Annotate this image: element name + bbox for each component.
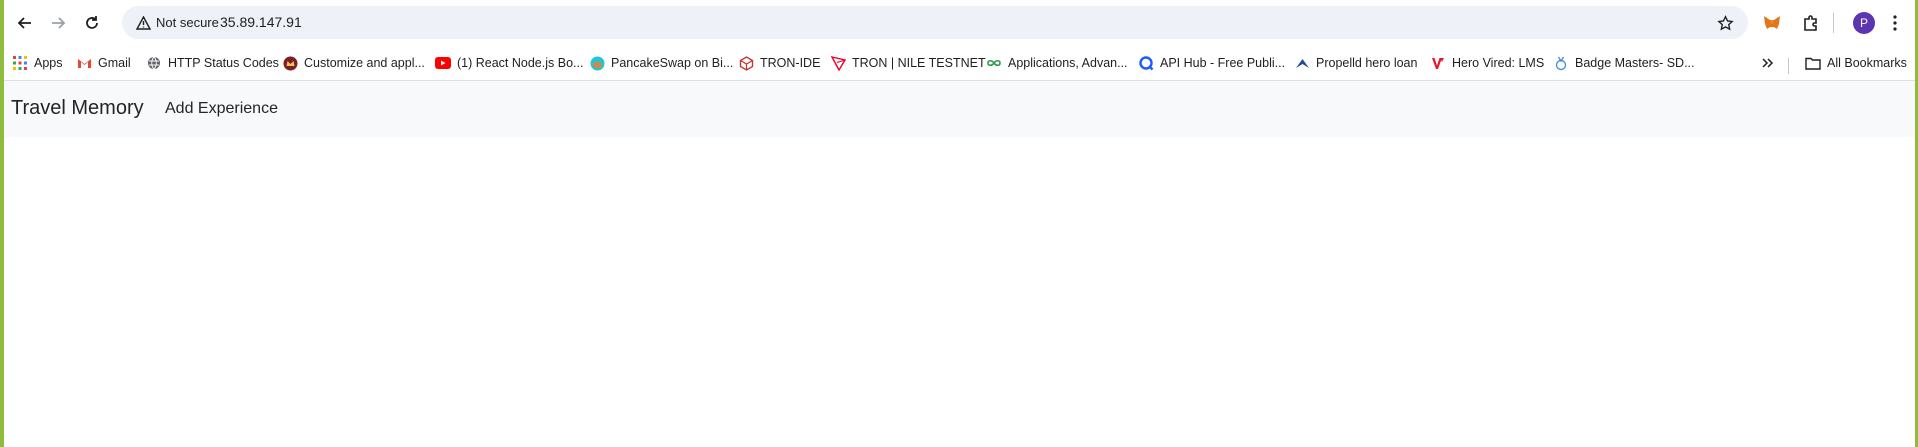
- bookmark-gmail[interactable]: Gmail: [76, 51, 131, 75]
- double-chevron-right-icon: [1760, 55, 1776, 71]
- bookmark-label: API Hub - Free Publi...: [1160, 56, 1286, 70]
- bookmark-hero-vired[interactable]: Hero Vired: LMS: [1430, 51, 1544, 75]
- extensions-button[interactable]: [1798, 10, 1824, 36]
- bookmark-tron-nile[interactable]: TRON | NILE TESTNET: [830, 51, 986, 75]
- puzzle-icon: [1804, 15, 1817, 31]
- back-arrow-icon: [17, 17, 31, 29]
- add-experience-link[interactable]: Add Experience: [165, 100, 278, 118]
- star-icon: [1716, 14, 1734, 31]
- bookmarks-overflow-button[interactable]: [1760, 51, 1776, 75]
- fox-icon: [1764, 16, 1780, 29]
- bookmarks-bar: Apps Gmail HTTP Status Codes Customize a…: [4, 46, 1915, 80]
- all-bookmarks-button[interactable]: All Bookmarks: [1805, 51, 1907, 75]
- pancakeswap-icon: [589, 55, 605, 71]
- bookmark-propelld[interactable]: Propelld hero loan: [1294, 51, 1417, 75]
- bookmark-label: Propelld hero loan: [1316, 56, 1418, 70]
- youtube-icon: [435, 55, 451, 71]
- reload-button[interactable]: [77, 8, 107, 38]
- kebab-menu-icon: [1893, 15, 1897, 31]
- bookmark-label: TRON-IDE: [760, 56, 821, 70]
- bookmark-label: Badge Masters- SD...: [1575, 56, 1695, 70]
- back-button[interactable]: [10, 8, 40, 38]
- security-chip[interactable]: Not secure: [128, 10, 227, 35]
- bookmark-apps[interactable]: Apps: [12, 51, 63, 75]
- reload-icon: [86, 16, 98, 29]
- bookmark-customize[interactable]: Customize and appl...: [282, 51, 425, 75]
- tron-icon: [830, 55, 846, 71]
- navbar-brand[interactable]: Travel Memory: [11, 97, 144, 120]
- bookmark-label: Hero Vired: LMS: [1452, 56, 1545, 70]
- bookmark-label: Applications, Advan...: [1008, 56, 1128, 70]
- api-hub-icon: [1138, 55, 1154, 71]
- bookmark-label: HTTP Status Codes: [168, 56, 279, 70]
- app-navbar: Travel Memory Add Experience: [4, 81, 1915, 137]
- gmail-icon: [76, 55, 92, 71]
- web-page: Travel Memory Add Experience: [4, 81, 1915, 447]
- bookmark-api-hub[interactable]: API Hub - Free Publi...: [1138, 51, 1285, 75]
- browser-chrome: Not secure 35.89.147.91 P Apps Gmail HTT…: [4, 0, 1915, 81]
- bookmark-label: TRON | NILE TESTNET: [852, 56, 986, 70]
- bookmark-react-nodejs[interactable]: (1) React Node.js Bo...: [435, 51, 583, 75]
- address-bar[interactable]: Not secure 35.89.147.91: [122, 6, 1748, 39]
- metamask-extension-button[interactable]: [1759, 10, 1785, 36]
- crown-icon: [282, 55, 298, 71]
- bookmark-star-button[interactable]: [1714, 12, 1736, 34]
- profile-avatar[interactable]: P: [1853, 12, 1875, 34]
- bookmark-label: (1) React Node.js Bo...: [457, 56, 584, 70]
- security-label: Not secure: [156, 15, 219, 30]
- bookmark-label: Apps: [34, 56, 63, 70]
- bookmarks-divider: [1788, 58, 1789, 74]
- infinity-icon: [986, 55, 1002, 71]
- url-text[interactable]: 35.89.147.91: [220, 14, 302, 30]
- browser-toolbar: Not secure 35.89.147.91 P: [4, 0, 1915, 46]
- bookmark-label: PancakeSwap on Bi...: [611, 56, 734, 70]
- hero-vired-icon: [1430, 55, 1446, 71]
- apps-grid-icon: [12, 55, 28, 71]
- bookmark-badge-masters[interactable]: Badge Masters- SD...: [1553, 51, 1695, 75]
- toolbar-divider: [1833, 13, 1834, 33]
- folder-icon: [1805, 55, 1821, 71]
- bookmark-pancakeswap[interactable]: PancakeSwap on Bi...: [589, 51, 733, 75]
- all-bookmarks-label: All Bookmarks: [1827, 56, 1907, 70]
- globe-icon: [146, 55, 162, 71]
- bookmark-label: Gmail: [98, 56, 131, 70]
- bookmark-label: Customize and appl...: [304, 56, 425, 70]
- propelld-icon: [1294, 55, 1310, 71]
- bookmark-tron-ide[interactable]: TRON-IDE: [738, 51, 820, 75]
- warning-icon: [136, 15, 151, 30]
- bookmark-http-status-codes[interactable]: HTTP Status Codes: [146, 51, 279, 75]
- tron-ide-icon: [738, 55, 754, 71]
- forward-arrow-icon: [52, 17, 66, 29]
- badge-icon: [1553, 55, 1569, 71]
- forward-button[interactable]: [43, 8, 73, 38]
- bookmark-applications[interactable]: Applications, Advan...: [986, 51, 1128, 75]
- browser-menu-button[interactable]: [1882, 10, 1908, 36]
